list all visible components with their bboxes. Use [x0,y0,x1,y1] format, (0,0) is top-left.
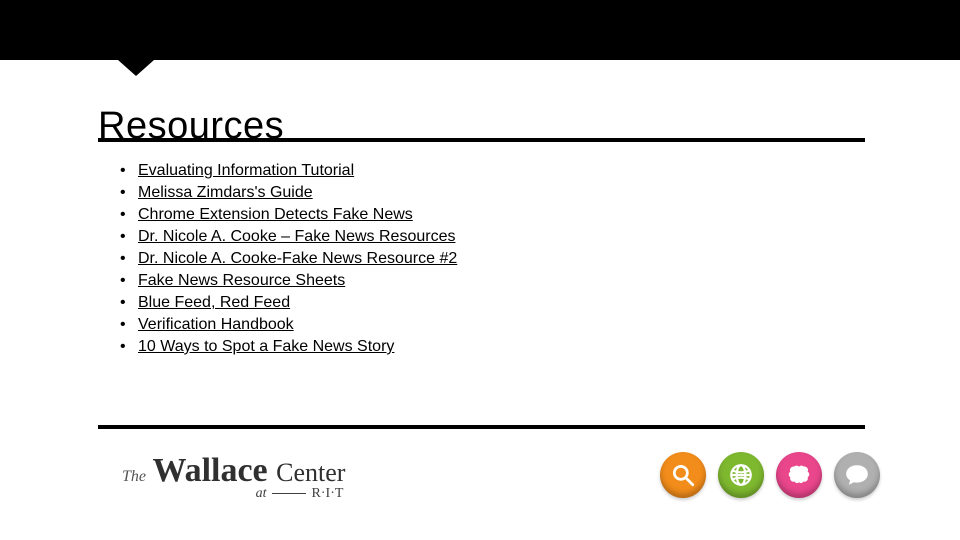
list-item: •Evaluating Information Tutorial [120,160,457,182]
bullet: • [120,160,138,182]
brain-icon [776,452,822,498]
bullet: • [120,248,138,270]
chat-icon [834,452,880,498]
bullet: • [120,182,138,204]
list-item: •Dr. Nicole A. Cooke-Fake News Resource … [120,248,457,270]
resource-list: •Evaluating Information Tutorial •Meliss… [120,160,457,358]
footer-icons [660,452,880,498]
title-underline [98,138,865,142]
bullet: • [120,204,138,226]
resource-link[interactable]: Verification Handbook [138,314,294,336]
resource-link[interactable]: Dr. Nicole A. Cooke-Fake News Resource #… [138,248,457,270]
resource-link[interactable]: Fake News Resource Sheets [138,270,345,292]
logo-at: at [256,486,267,501]
list-item: •Blue Feed, Red Feed [120,292,457,314]
list-item: •Fake News Resource Sheets [120,270,457,292]
resource-link[interactable]: Melissa Zimdars's Guide [138,182,313,204]
resource-link[interactable]: Dr. Nicole A. Cooke – Fake News Resource… [138,226,455,248]
wallace-center-logo: The Wallace Center at R·I·T [122,452,345,502]
bullet: • [120,226,138,248]
bullet: • [120,292,138,314]
bottom-rule [98,425,865,429]
list-item: •10 Ways to Spot a Fake News Story [120,336,457,358]
bullet: • [120,270,138,292]
resource-link[interactable]: 10 Ways to Spot a Fake News Story [138,336,394,358]
list-item: •Melissa Zimdars's Guide [120,182,457,204]
logo-center: Center [276,458,345,487]
logo-the: The [122,468,146,485]
logo-rit: R·I·T [312,486,344,501]
list-item: •Verification Handbook [120,314,457,336]
resource-link[interactable]: Chrome Extension Detects Fake News [138,204,413,226]
footer: The Wallace Center at R·I·T [0,444,960,514]
search-icon [660,452,706,498]
list-item: •Dr. Nicole A. Cooke – Fake News Resourc… [120,226,457,248]
logo-line [272,493,306,494]
slide-title: Resources [98,105,284,148]
globe-icon [718,452,764,498]
top-bar [0,0,960,60]
resource-link[interactable]: Blue Feed, Red Feed [138,292,290,314]
list-item: •Chrome Extension Detects Fake News [120,204,457,226]
top-bar-notch [118,60,154,76]
resource-link[interactable]: Evaluating Information Tutorial [138,160,354,182]
bullet: • [120,336,138,358]
bullet: • [120,314,138,336]
logo-wallace: Wallace [152,452,267,489]
